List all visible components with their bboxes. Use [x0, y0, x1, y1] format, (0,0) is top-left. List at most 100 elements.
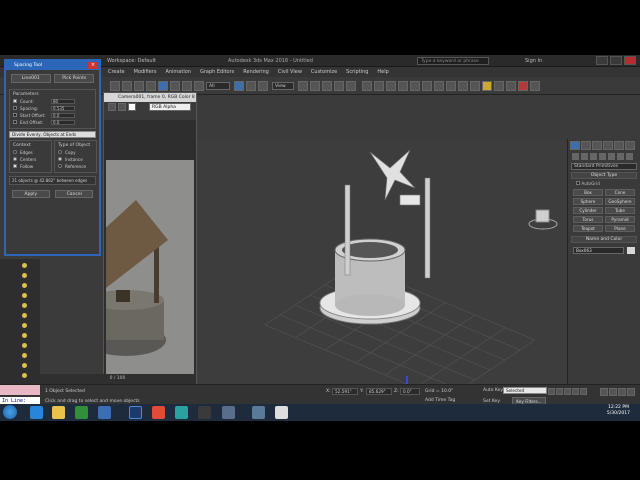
render-icon[interactable]: [482, 81, 492, 91]
zoom-icon[interactable]: [600, 388, 608, 396]
plane-button[interactable]: Plane: [605, 225, 635, 232]
edges-radio[interactable]: [13, 150, 17, 154]
start-offset-checkbox[interactable]: [13, 113, 17, 117]
selection-filter-dropdown[interactable]: All: [206, 82, 230, 90]
next-frame-icon[interactable]: [572, 388, 579, 395]
light-bulb-icon[interactable]: [22, 303, 27, 308]
light-bulb-icon[interactable]: [22, 273, 27, 278]
rendered-frame-icon[interactable]: [470, 81, 480, 91]
named-selection-icon[interactable]: [362, 81, 372, 91]
ie-icon[interactable]: [30, 406, 43, 419]
menu-civil-view[interactable]: Civil View: [278, 69, 302, 75]
media-icon[interactable]: [75, 406, 88, 419]
pivot-icon[interactable]: [298, 81, 308, 91]
system-clock[interactable]: 12:22 PM 5/30/2017: [607, 405, 630, 417]
render-iterative-icon[interactable]: [494, 81, 504, 91]
teapot-button[interactable]: Teapot: [573, 225, 603, 232]
create-tab-icon[interactable]: [570, 141, 580, 150]
align-icon[interactable]: [386, 81, 396, 91]
select-by-name-icon[interactable]: [170, 81, 180, 91]
angle-snap-icon[interactable]: [322, 81, 332, 91]
apply-button[interactable]: Apply: [11, 190, 50, 198]
zoom-all-icon[interactable]: [609, 388, 617, 396]
menu-modifiers[interactable]: Modifiers: [134, 69, 157, 75]
dialog-close-button[interactable]: ×: [88, 62, 98, 69]
name-color-rollout[interactable]: Name and Color: [571, 236, 637, 243]
perspective-viewport[interactable]: [195, 140, 567, 421]
object-name-field[interactable]: Box063: [573, 247, 624, 254]
cylinder-button[interactable]: Cylinder: [573, 207, 603, 214]
primitive-category-select[interactable]: Standard Primitives: [571, 163, 637, 170]
display-tab-icon[interactable]: [614, 141, 624, 150]
app-icon[interactable]: [98, 406, 111, 419]
zoom-extents-icon[interactable]: [618, 388, 626, 396]
modify-tab-icon[interactable]: [581, 141, 591, 150]
geometry-icon[interactable]: [572, 153, 579, 160]
pick-points-button[interactable]: Pick Points: [54, 74, 95, 83]
menu-scripting[interactable]: Scripting: [346, 69, 368, 75]
move-icon[interactable]: [234, 81, 244, 91]
follow-checkbox[interactable]: [13, 164, 17, 168]
window-icon-2[interactable]: [222, 406, 235, 419]
add-time-tag[interactable]: Add Time Tag: [425, 398, 455, 403]
time-slider[interactable]: 0 / 100: [40, 374, 195, 384]
start-offset-input[interactable]: 0.0: [51, 112, 75, 118]
3dsmax-icon[interactable]: [175, 406, 188, 419]
go-to-start-icon[interactable]: [548, 388, 555, 395]
region-select-icon[interactable]: [182, 81, 192, 91]
save-image-icon[interactable]: [108, 103, 116, 111]
tube-button[interactable]: Tube: [605, 207, 635, 214]
select-icon[interactable]: [158, 81, 168, 91]
spacewarps-icon[interactable]: [617, 153, 624, 160]
cameras-icon[interactable]: [599, 153, 606, 160]
undo-icon[interactable]: [110, 81, 120, 91]
schematic-icon[interactable]: [434, 81, 444, 91]
window-icon[interactable]: [198, 406, 211, 419]
torus-button[interactable]: Torus: [573, 216, 603, 223]
environment-icon[interactable]: [530, 81, 540, 91]
start-button[interactable]: [3, 405, 17, 419]
menu-create[interactable]: Create: [108, 69, 125, 75]
cone-button[interactable]: Cone: [605, 189, 635, 196]
copy-radio[interactable]: [58, 150, 62, 154]
unlink-icon[interactable]: [146, 81, 156, 91]
snap-icon[interactable]: [310, 81, 320, 91]
auto-key-button[interactable]: Auto Key: [483, 388, 503, 393]
play-icon[interactable]: [564, 388, 571, 395]
light-bulb-icon[interactable]: [22, 353, 27, 358]
photoshop-icon[interactable]: [129, 406, 142, 419]
light-bulb-icon[interactable]: [22, 263, 27, 268]
maxscript-listener[interactable]: [0, 385, 40, 395]
menu-help[interactable]: Help: [377, 69, 388, 75]
layer-icon[interactable]: [398, 81, 408, 91]
menu-rendering[interactable]: Rendering: [243, 69, 269, 75]
workspace-dropdown[interactable]: Workspace: Default: [107, 58, 156, 64]
light-bulb-icon[interactable]: [22, 313, 27, 318]
geosphere-button[interactable]: GeoSphere: [605, 198, 635, 205]
spacing-checkbox[interactable]: [13, 106, 17, 110]
window-icon-4[interactable]: [275, 406, 288, 419]
autogrid-checkbox[interactable]: [576, 181, 580, 185]
light-bulb-icon[interactable]: [22, 283, 27, 288]
cancel-button[interactable]: Cancel: [55, 190, 94, 198]
count-input[interactable]: 80: [51, 98, 75, 104]
menu-graph-editors[interactable]: Graph Editors: [200, 69, 234, 75]
link-icon[interactable]: [134, 81, 144, 91]
light-bulb-icon[interactable]: [22, 373, 27, 378]
sphere-button[interactable]: Sphere: [573, 198, 603, 205]
search-input[interactable]: Type a keyword or phrase: [417, 57, 489, 65]
menu-animation[interactable]: Animation: [165, 69, 191, 75]
curve-editor-icon[interactable]: [422, 81, 432, 91]
distribution-select[interactable]: Divide Evenly, Objects at Ends: [9, 131, 96, 138]
end-offset-input[interactable]: 0.0: [51, 119, 75, 125]
count-checkbox[interactable]: [13, 99, 17, 103]
percent-snap-icon[interactable]: [334, 81, 344, 91]
shapes-icon[interactable]: [581, 153, 588, 160]
file-explorer-icon[interactable]: [52, 406, 65, 419]
chrome-icon[interactable]: [152, 406, 165, 419]
light-bulb-icon[interactable]: [22, 323, 27, 328]
pan-icon[interactable]: [627, 388, 635, 396]
a360-icon[interactable]: [506, 81, 516, 91]
teapot-render-icon[interactable]: [518, 81, 528, 91]
channel-dropdown[interactable]: RGB Alpha: [149, 103, 191, 111]
